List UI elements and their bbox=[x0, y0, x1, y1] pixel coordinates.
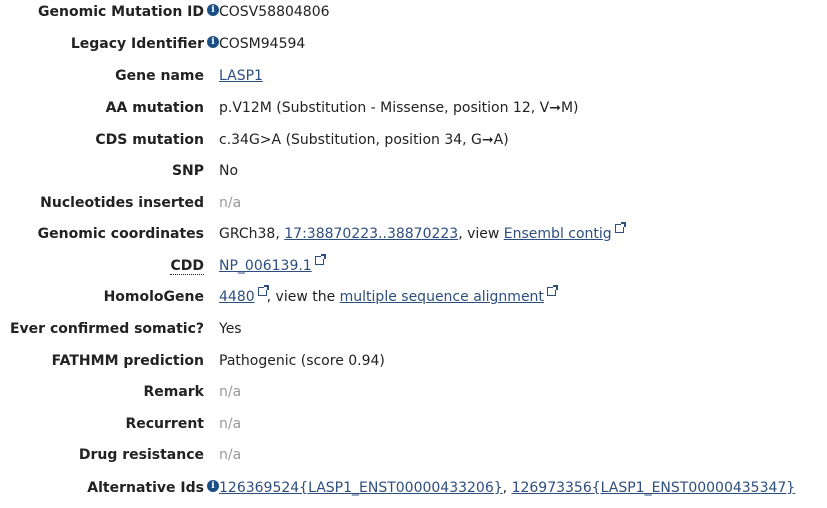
info-icon[interactable]: i bbox=[207, 36, 219, 48]
mutation-overview-table: Genomic Mutation ID i COSV58804806 Legacy… bbox=[0, 0, 827, 506]
row-label: Genomic coordinates bbox=[37, 226, 204, 242]
row-value: GRCh38, 17:38870223..38870223, view Ense… bbox=[219, 222, 626, 254]
row-remark: Remark n/a bbox=[0, 380, 827, 412]
row-value: p.V12M (Substitution - Missense, positio… bbox=[219, 100, 579, 116]
label-text: Genomic Mutation ID bbox=[38, 4, 204, 20]
row-ever-confirmed-somatic: Ever confirmed somatic? Yes bbox=[0, 317, 827, 349]
row-genomic-mutation-id: Genomic Mutation ID i COSV58804806 bbox=[0, 0, 827, 32]
row-gene-name: Gene name LASP1 bbox=[0, 64, 827, 96]
row-value: 4480 , view the multiple sequence alignme… bbox=[219, 285, 558, 317]
row-label: AA mutation bbox=[105, 100, 204, 116]
row-label: FATHMM prediction bbox=[51, 353, 204, 369]
row-label: Remark bbox=[143, 384, 204, 400]
row-label: Legacy Identifier i bbox=[70, 32, 219, 64]
info-icon[interactable]: i bbox=[207, 4, 219, 16]
row-label: Drug resistance bbox=[78, 447, 204, 463]
label-abbreviation: CDD bbox=[170, 258, 204, 275]
coordinates-link[interactable]: 17:38870223..38870223 bbox=[284, 226, 458, 242]
row-value: Pathogenic (score 0.94) bbox=[219, 353, 385, 369]
value-middle: , view bbox=[458, 226, 504, 242]
ensembl-contig-link[interactable]: Ensembl contig bbox=[504, 226, 612, 242]
external-link-icon[interactable] bbox=[614, 222, 626, 233]
row-value: NP_006139.1 bbox=[219, 254, 326, 286]
row-value: n/a bbox=[219, 416, 242, 432]
row-label: Gene name bbox=[115, 68, 204, 84]
row-label: HomoloGene bbox=[103, 289, 204, 305]
row-snp: SNP No bbox=[0, 159, 827, 191]
row-value: 126369524{LASP1_ENST00000433206}, 126973… bbox=[219, 476, 795, 508]
row-label: Nucleotides inserted bbox=[40, 195, 204, 211]
row-value: n/a bbox=[219, 195, 242, 211]
value-prefix: GRCh38, bbox=[219, 226, 285, 242]
external-link-icon[interactable] bbox=[314, 254, 326, 265]
value-separator: , bbox=[502, 480, 512, 496]
alternative-id-link[interactable]: 126369524{LASP1_ENST00000433206} bbox=[219, 480, 503, 496]
row-drug-resistance: Drug resistance n/a bbox=[0, 443, 827, 475]
row-recurrent: Recurrent n/a bbox=[0, 412, 827, 444]
row-label: Recurrent bbox=[125, 416, 204, 432]
row-value: LASP1 bbox=[219, 64, 263, 96]
external-link-icon[interactable] bbox=[257, 285, 269, 296]
row-cds-mutation: CDS mutation c.34G>A (Substitution, posi… bbox=[0, 128, 827, 160]
row-homologene: HomoloGene 4480 , view the multiple seque… bbox=[0, 285, 827, 317]
row-alternative-ids: Alternative Ids i 126369524{LASP1_ENST000… bbox=[0, 476, 827, 508]
row-aa-mutation: AA mutation p.V12M (Substitution - Misse… bbox=[0, 96, 827, 128]
alternative-id-link[interactable]: 126973356{LASP1_ENST00000435347} bbox=[512, 480, 796, 496]
value-middle: , view the bbox=[266, 289, 340, 305]
row-label: Genomic Mutation ID i bbox=[38, 0, 219, 32]
row-label: CDS mutation bbox=[95, 132, 204, 148]
row-value: c.34G>A (Substitution, position 34, G➞A) bbox=[219, 132, 509, 148]
row-value: COSM94594 bbox=[219, 36, 306, 52]
cdd-link[interactable]: NP_006139.1 bbox=[219, 258, 312, 274]
row-label: CDD bbox=[170, 254, 204, 286]
info-icon[interactable]: i bbox=[207, 480, 219, 492]
label-text: Alternative Ids bbox=[87, 480, 204, 496]
row-label: Ever confirmed somatic? bbox=[9, 321, 204, 337]
row-nucleotides-inserted: Nucleotides inserted n/a bbox=[0, 191, 827, 223]
row-value: n/a bbox=[219, 384, 242, 400]
row-label: Alternative Ids i bbox=[87, 476, 219, 508]
row-genomic-coordinates: Genomic coordinates GRCh38, 17:38870223.… bbox=[0, 222, 827, 254]
row-value: Yes bbox=[219, 321, 242, 337]
row-fathmm-prediction: FATHMM prediction Pathogenic (score 0.94… bbox=[0, 349, 827, 381]
row-cdd: CDD NP_006139.1 bbox=[0, 254, 827, 286]
label-text: Legacy Identifier bbox=[70, 36, 204, 52]
external-link-icon[interactable] bbox=[546, 285, 558, 296]
homologene-link[interactable]: 4480 bbox=[219, 289, 255, 305]
row-value: COSV58804806 bbox=[219, 4, 330, 20]
row-value: No bbox=[219, 163, 239, 179]
row-legacy-identifier: Legacy Identifier i COSM94594 bbox=[0, 32, 827, 64]
row-value: n/a bbox=[219, 447, 242, 463]
sequence-alignment-link[interactable]: multiple sequence alignment bbox=[340, 289, 544, 305]
gene-link[interactable]: LASP1 bbox=[219, 68, 263, 84]
row-label: SNP bbox=[171, 163, 204, 179]
